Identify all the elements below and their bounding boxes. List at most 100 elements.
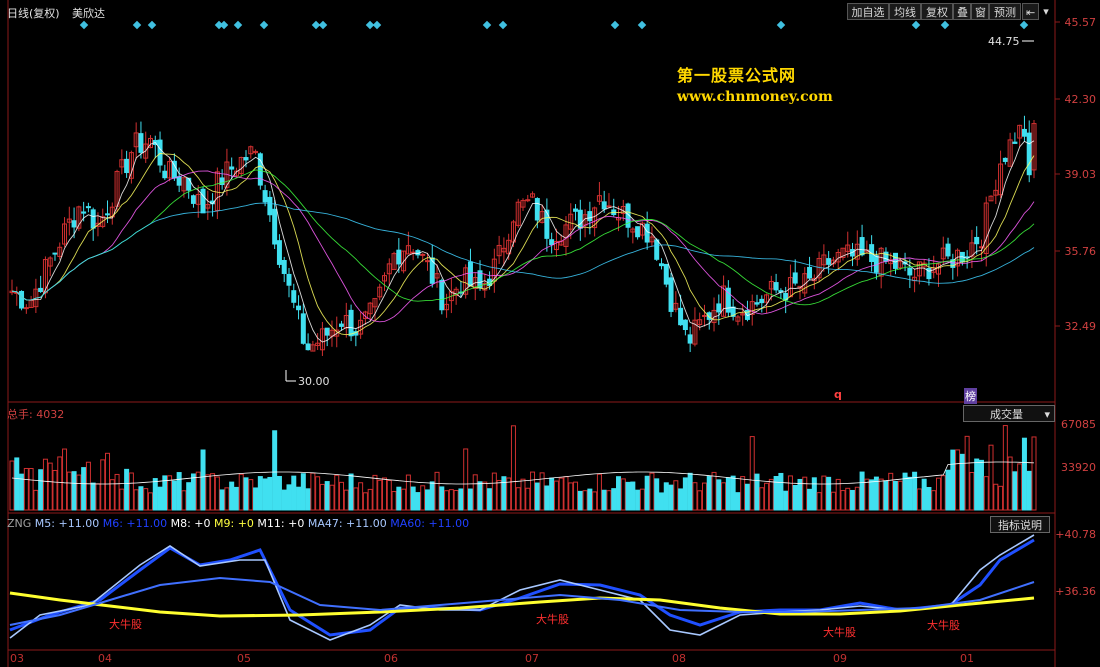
volume-bar [348,473,354,511]
x-axis-month: 01 [960,652,974,665]
legend-item: M9: +0 [214,517,258,530]
volume-bar [850,489,856,511]
volume-bar [816,492,822,511]
candle-body [339,323,345,327]
volume-bar [229,481,235,511]
volume-bar [76,474,82,511]
candle-body [138,133,144,153]
candle-body [19,290,25,309]
volume-indicator-select[interactable]: 成交量 ▾ [963,405,1055,422]
volume-bar [57,456,63,511]
candle-body [859,237,865,256]
volume-bar [725,477,731,511]
candle-body [1026,132,1032,176]
volume-bar [568,482,574,511]
legend-item: MA47: +11.00 [307,517,391,530]
candle-body [635,226,641,238]
candle-body [668,277,674,312]
volume-bar [396,486,402,511]
volume-bar [176,472,182,511]
volume-bar [673,480,679,511]
volume-bar [382,477,388,511]
volume-bar [219,489,225,511]
prev-icon[interactable]: ⇤ [1022,3,1039,20]
candle-body [85,206,91,209]
volume-bar [869,479,875,511]
volume-bar [190,473,196,511]
volume-bar [401,488,407,511]
volume-bar [773,475,779,511]
volume-bar [811,477,817,511]
add-watchlist-button[interactable]: 加自选 [847,3,889,20]
indicator-legend: ZNG M5: +11.00 M6: +11.00 M8: +0 M9: +0 … [7,517,469,530]
candle-body [644,223,650,243]
volume-bar [90,482,96,511]
volume-bar [577,490,583,511]
volume-bar [768,478,774,511]
candle-body [105,213,111,216]
volume-bar [759,487,765,511]
volume-bar [315,476,321,511]
volume-bar [205,474,211,511]
forecast-button[interactable]: 预测 [989,3,1021,20]
signal-diamond [233,20,243,30]
volume-bar [95,483,101,511]
signal-diamond [1019,20,1029,30]
volume-bar [625,481,631,511]
volume-axis-label: 33920 [1061,461,1096,474]
x-axis-month: 04 [98,652,112,665]
bull-stock-label: 大牛股 [536,613,569,626]
volume-bar [830,491,836,511]
volume-bar [845,487,851,511]
dropdown-icon[interactable]: ▾ [1039,3,1053,20]
volume-bar [969,471,975,511]
volume-bar [730,475,736,511]
moving-average-button[interactable]: 均线 [889,3,921,20]
volume-bar [434,471,440,511]
bang-marker[interactable]: 榜 [964,388,977,404]
volume-bar [243,477,249,511]
high-price-label: 44.75 [988,35,1020,48]
volume-bar [515,487,521,511]
volume-bar [467,488,473,511]
candle-body [907,267,913,276]
volume-bar [286,484,292,511]
volume-bar [1017,463,1023,511]
volume-bar [138,486,144,511]
candle-body [716,303,722,313]
candle-body [773,282,779,291]
volume-bar [525,487,531,511]
signal-diamond [610,20,620,30]
volume-total-label: 总手: 4032 [7,408,65,421]
overlay-button[interactable]: 叠 [953,3,971,20]
adjusted-price-button[interactable]: 复权 [921,3,953,20]
volume-bar [38,469,44,511]
x-axis-month: 08 [672,652,686,665]
volume-bar [797,478,803,511]
x-axis-month: 03 [10,652,24,665]
indicator-help-button[interactable]: 指标说明 [990,516,1050,533]
q-marker[interactable]: q [834,388,842,401]
volume-bar [826,476,832,511]
volume-bar [272,430,278,511]
volume-bar [821,475,827,511]
chart-canvas[interactable] [0,0,1100,667]
candle-body [701,314,707,317]
volume-bar [940,475,946,511]
volume-bar [329,484,335,511]
signal-diamond [940,20,950,30]
price-axis-label: 45.57 [1064,16,1097,29]
volume-bar [262,478,268,511]
candle-body [276,240,282,265]
volume-bar [386,479,392,511]
candle-body [577,209,583,229]
candle-body [606,205,612,208]
volume-bar [47,462,53,511]
window-button[interactable]: 窗 [971,3,989,20]
volume-bar [281,489,287,511]
candle-body [71,220,77,228]
candle-body [601,201,607,210]
volume-bar [81,467,87,511]
volume-bar [501,476,507,511]
volume-bar [391,491,397,511]
